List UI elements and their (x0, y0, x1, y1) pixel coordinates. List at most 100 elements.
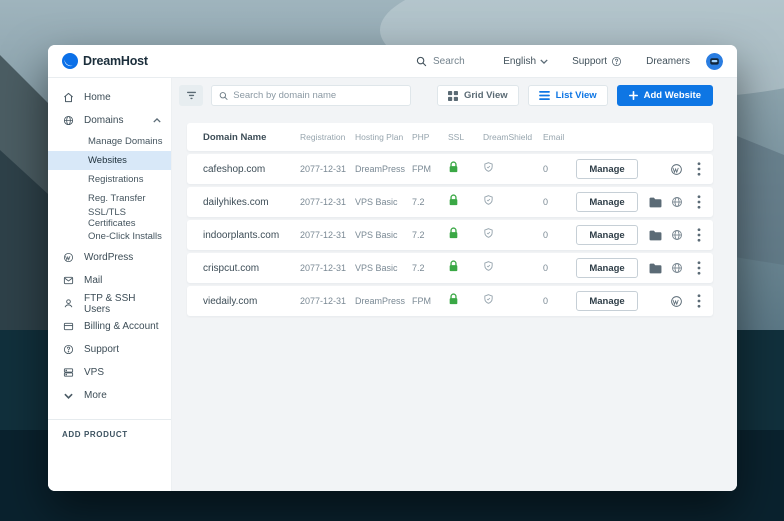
sidebar-item-label: More (84, 390, 107, 401)
domain-search-input[interactable] (233, 90, 403, 101)
sidebar-item-label: Support (84, 344, 119, 355)
table-row: crispcut.com 2077-12-31 VPS Basic 7.2 0 … (187, 253, 713, 283)
home-icon (62, 92, 74, 103)
sidebar-subitem-label: SSL/TLS Certificates (88, 207, 171, 229)
sidebar-item-home[interactable]: Home (48, 86, 171, 109)
folder-icon[interactable] (649, 263, 662, 274)
kebab-menu-icon[interactable] (683, 228, 701, 242)
chevron-up-icon (153, 118, 161, 123)
sidebar-item-registrations[interactable]: Registrations (48, 170, 171, 189)
email-count: 0 (543, 230, 576, 240)
folder-icon[interactable] (649, 197, 662, 208)
sidebar-item-billing-account[interactable]: Billing & Account (48, 315, 171, 338)
ssl-lock-icon (448, 226, 483, 244)
billing-icon (62, 321, 74, 332)
globe-icon[interactable] (671, 229, 683, 241)
dreamshield-icon (483, 292, 543, 310)
sidebar-item-wordpress[interactable]: WordPress (48, 246, 171, 269)
sidebar-item-label: FTP & SSH Users (84, 293, 161, 315)
search-icon (219, 91, 228, 101)
sidebar: Home Domains Manage Domains Websites Reg… (48, 78, 172, 491)
sidebar-item-support[interactable]: Support (48, 338, 171, 361)
manage-button[interactable]: Manage (576, 225, 638, 245)
sidebar-item-websites[interactable]: Websites (48, 151, 171, 170)
list-view-button[interactable]: List View (528, 85, 608, 106)
websites-table: Domain Name Registration Hosting Plan PH… (187, 123, 713, 319)
kebab-menu-icon[interactable] (683, 162, 701, 176)
kebab-menu-icon[interactable] (683, 261, 701, 275)
app-window: DreamHost English Support Dreamers (48, 45, 737, 491)
sidebar-divider (48, 419, 171, 420)
email-count: 0 (543, 197, 576, 207)
folder-icon[interactable] (649, 230, 662, 241)
sidebar-item-manage-domains[interactable]: Manage Domains (48, 132, 171, 151)
dreamshield-icon (483, 226, 543, 244)
registration-date: 2077-12-31 (300, 296, 355, 306)
column-header: SSL (448, 132, 483, 142)
sidebar-subitem-label: Reg. Transfer (88, 193, 146, 204)
column-header: DreamShield (483, 132, 543, 142)
kebab-menu-icon[interactable] (683, 195, 701, 209)
sidebar-item-more[interactable]: More (48, 384, 171, 407)
support-menu[interactable]: Support (564, 56, 630, 67)
hosting-plan: DreamPress (355, 164, 412, 174)
sidebar-item-label: Home (84, 92, 111, 103)
email-count: 0 (543, 164, 576, 174)
sidebar-item-vps[interactable]: VPS (48, 361, 171, 384)
grid-view-label: Grid View (464, 90, 508, 101)
php-version: 7.2 (412, 263, 448, 273)
registration-date: 2077-12-31 (300, 164, 355, 174)
global-search-input[interactable] (433, 56, 563, 67)
domain-name-link[interactable]: dailyhikes.com (203, 197, 300, 208)
column-header: Email (543, 132, 576, 142)
manage-button[interactable]: Manage (576, 192, 638, 212)
wordpress-site-icon[interactable] (670, 295, 683, 308)
php-version: 7.2 (412, 230, 448, 240)
add-website-button[interactable]: Add Website (617, 85, 713, 106)
hosting-plan: VPS Basic (355, 230, 412, 240)
files-icons (649, 229, 683, 241)
domain-name-link[interactable]: viedaily.com (203, 296, 300, 307)
add-website-label: Add Website (644, 90, 701, 101)
column-header: Registration (300, 132, 355, 142)
dreamshield-icon (483, 193, 543, 211)
ssl-lock-icon (448, 292, 483, 310)
sidebar-subitem-label: One-Click Installs (88, 231, 162, 242)
filter-button[interactable] (179, 85, 203, 106)
filter-icon (186, 91, 197, 100)
domain-name-link[interactable]: crispcut.com (203, 263, 300, 274)
domain-name-link[interactable]: cafeshop.com (203, 164, 300, 175)
email-count: 0 (543, 296, 576, 306)
dreamshield-icon (483, 259, 543, 277)
sidebar-item-mail[interactable]: Mail (48, 269, 171, 292)
grid-icon (448, 91, 458, 101)
sidebar-item-domains[interactable]: Domains (48, 109, 171, 132)
domain-name-link[interactable]: indoorplants.com (203, 230, 300, 241)
table-row: indoorplants.com 2077-12-31 VPS Basic 7.… (187, 220, 713, 250)
support-label: Support (572, 56, 607, 67)
globe-icon[interactable] (671, 262, 683, 274)
global-search[interactable] (416, 45, 563, 78)
add-product-link[interactable]: ADD PRODUCT (48, 430, 171, 439)
sidebar-item-one-click-installs[interactable]: One-Click Installs (48, 227, 171, 246)
sidebar-item-label: Domains (84, 115, 123, 126)
list-icon (539, 91, 550, 100)
grid-view-button[interactable]: Grid View (437, 85, 519, 106)
sidebar-item-label: VPS (84, 367, 104, 378)
wordpress-site-icon[interactable] (670, 163, 683, 176)
globe-icon[interactable] (671, 196, 683, 208)
kebab-menu-icon[interactable] (683, 294, 701, 308)
sidebar-item-label: Mail (84, 275, 102, 286)
dreamhost-logo[interactable]: DreamHost (62, 53, 148, 69)
chevron-down-icon (62, 393, 74, 399)
globe-icon (62, 115, 74, 126)
domain-search[interactable] (211, 85, 411, 106)
user-avatar[interactable] (706, 53, 723, 70)
sidebar-item-ftp-ssh-users[interactable]: FTP & SSH Users (48, 292, 171, 315)
manage-button[interactable]: Manage (576, 258, 638, 278)
sidebar-item-reg-transfer[interactable]: Reg. Transfer (48, 189, 171, 208)
sidebar-item-ssl-certificates[interactable]: SSL/TLS Certificates (48, 208, 171, 227)
account-menu[interactable]: Dreamers (638, 56, 698, 67)
manage-button[interactable]: Manage (576, 159, 638, 179)
manage-button[interactable]: Manage (576, 291, 638, 311)
